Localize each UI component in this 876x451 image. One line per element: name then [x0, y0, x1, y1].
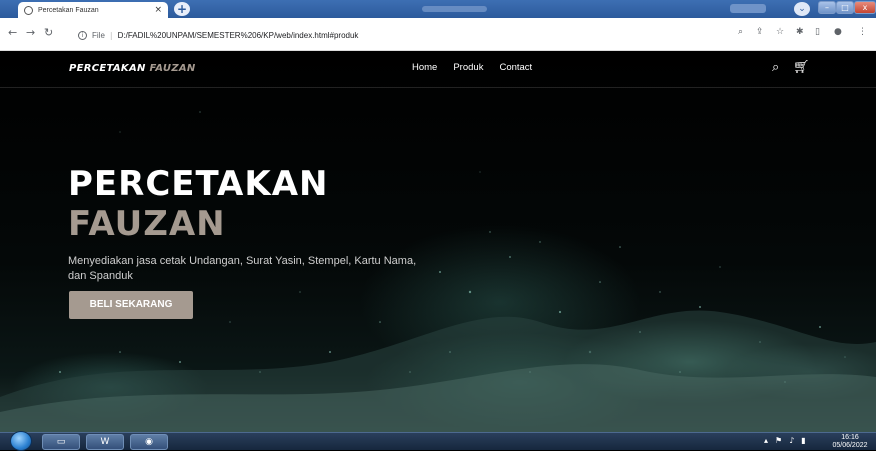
file-explorer-taskbar-icon[interactable]: ▭: [42, 434, 80, 450]
search-icon[interactable]: ⌕: [772, 60, 779, 75]
chrome-taskbar-icon[interactable]: ◉: [130, 434, 168, 450]
volume-icon[interactable]: ♪: [789, 436, 794, 445]
browser-tab-strip: Percetakan Fauzan × + ⌄ – □ x: [0, 0, 876, 18]
brand-secondary: FAUZAN: [149, 63, 196, 74]
taskbar-clock[interactable]: 16:16 05/06/2022: [828, 434, 872, 450]
back-arrow-icon[interactable]: ←: [8, 26, 17, 39]
reload-icon[interactable]: ↻: [44, 26, 53, 39]
new-tab-button[interactable]: +: [174, 2, 190, 16]
browser-toolbar: ← → ↻ i File | D:/FADIL%20UNPAM/SEMESTER…: [0, 18, 876, 51]
url-text[interactable]: D:/FADIL%20UNPAM/SEMESTER%206/KP/web/ind…: [118, 31, 359, 40]
website-page: PERCETAKAN FAUZAN Home Produk Contact ⌕ …: [0, 52, 876, 432]
clock-time: 16:16: [841, 434, 859, 441]
profile-icon[interactable]: ●: [834, 27, 842, 37]
system-tray: ▴ ⚑ ♪ ▮: [764, 436, 806, 445]
maximize-button[interactable]: □: [836, 1, 854, 14]
profile-pill[interactable]: [730, 4, 766, 13]
tab-close-button[interactable]: ×: [154, 5, 162, 15]
share-icon[interactable]: ⇪: [756, 27, 764, 37]
clock-date: 05/06/2022: [832, 442, 868, 449]
forward-arrow-icon[interactable]: →: [26, 26, 35, 39]
url-separator: |: [109, 30, 113, 40]
side-panel-icon[interactable]: ▯: [815, 27, 820, 37]
buy-now-button[interactable]: BELI SEKARANG: [69, 291, 193, 319]
tab-search-chevron-icon[interactable]: ⌄: [794, 2, 810, 16]
tab-title: Percetakan Fauzan: [38, 6, 99, 14]
zoom-icon[interactable]: ⌕: [738, 27, 743, 37]
info-icon[interactable]: i: [78, 30, 87, 40]
hero-description: Menyediakan jasa cetak Undangan, Surat Y…: [68, 255, 417, 282]
address-bar[interactable]: i File | D:/FADIL%20UNPAM/SEMESTER%206/K…: [78, 27, 728, 43]
nav-home[interactable]: Home: [412, 62, 437, 73]
tray-expand-icon[interactable]: ▴: [764, 436, 768, 445]
title-bar-text: [422, 6, 487, 12]
word-taskbar-icon[interactable]: W: [86, 434, 124, 450]
menu-kebab-icon[interactable]: ⋮: [858, 27, 867, 37]
close-window-button[interactable]: x: [854, 1, 876, 14]
browser-tab[interactable]: Percetakan Fauzan ×: [18, 2, 168, 18]
bookmark-star-icon[interactable]: ☆: [776, 27, 784, 37]
nav-contact[interactable]: Contact: [499, 62, 532, 73]
cart-icon[interactable]: 🛒︎: [793, 60, 810, 75]
nav-produk[interactable]: Produk: [453, 62, 483, 73]
site-logo[interactable]: PERCETAKAN FAUZAN: [69, 63, 196, 74]
network-icon[interactable]: ▮: [801, 436, 805, 445]
minimize-button[interactable]: –: [818, 1, 836, 14]
url-scheme-label: File: [92, 30, 105, 40]
taskbar: ▭ W ◉ ▴ ⚑ ♪ ▮ 16:16 05/06/2022: [0, 431, 876, 451]
start-button[interactable]: [10, 431, 32, 451]
hero-title-line2: FAUZAN: [68, 204, 226, 244]
brand-primary: PERCETAKAN: [69, 63, 146, 74]
site-navbar: PERCETAKAN FAUZAN Home Produk Contact ⌕ …: [0, 52, 876, 88]
globe-icon: [24, 5, 33, 15]
hero-title-line1: PERCETAKAN: [68, 164, 329, 204]
nav-links: Home Produk Contact: [412, 62, 532, 73]
extensions-icon[interactable]: ✱: [796, 27, 804, 37]
action-center-icon[interactable]: ⚑: [775, 436, 782, 445]
